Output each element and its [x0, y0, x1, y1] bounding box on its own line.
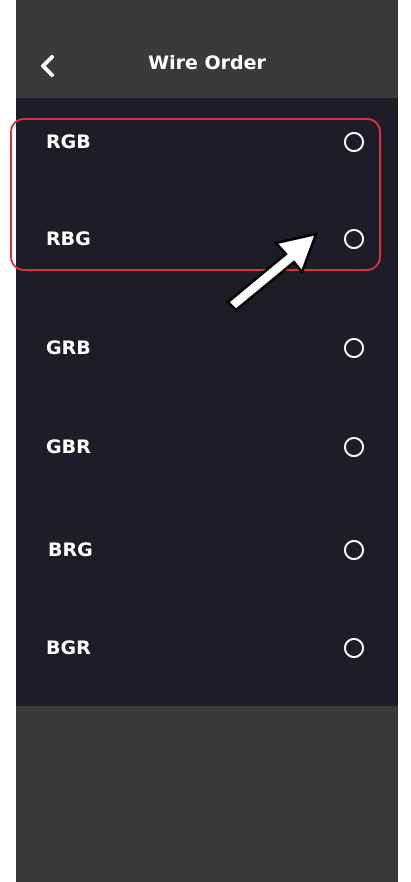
app-screen: Wire Order RGB RBG GRB GBR BRG BGR — [16, 0, 398, 882]
radio-button[interactable] — [344, 437, 364, 457]
radio-button[interactable] — [344, 638, 364, 658]
option-label: GBR — [46, 436, 91, 458]
option-bgr[interactable]: BGR — [16, 620, 398, 680]
wire-order-list: RGB RBG GRB GBR BRG BGR — [16, 98, 398, 706]
radio-button[interactable] — [344, 132, 364, 152]
option-label: RGB — [46, 131, 91, 153]
option-rgb[interactable]: RGB — [16, 114, 398, 174]
radio-button[interactable] — [344, 540, 364, 560]
option-grb[interactable]: GRB — [16, 320, 398, 380]
option-rbg[interactable]: RBG — [16, 211, 398, 271]
option-label: BRG — [48, 539, 93, 561]
page-title: Wire Order — [148, 52, 266, 74]
option-gbr[interactable]: GBR — [16, 419, 398, 479]
option-label: RBG — [46, 228, 91, 250]
radio-button[interactable] — [344, 229, 364, 249]
option-label: BGR — [46, 637, 91, 659]
option-brg[interactable]: BRG — [16, 522, 398, 582]
radio-button[interactable] — [344, 338, 364, 358]
top-bar: Wire Order — [16, 0, 398, 98]
option-label: GRB — [46, 337, 91, 359]
